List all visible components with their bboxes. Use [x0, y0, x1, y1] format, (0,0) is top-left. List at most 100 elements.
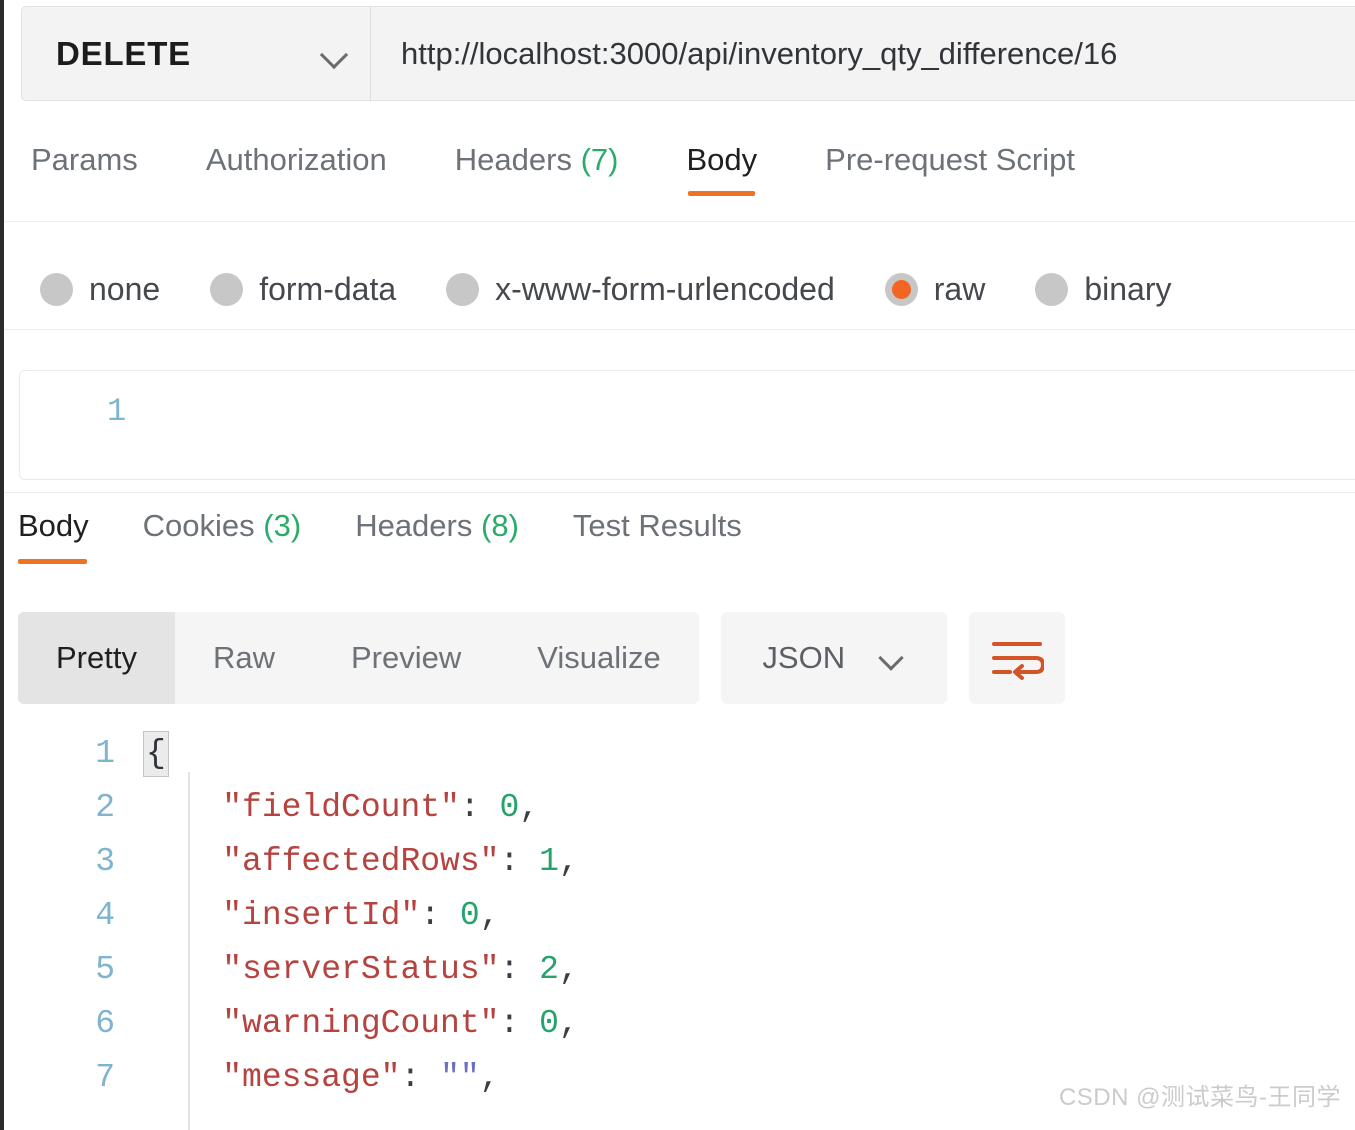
request-tabs: Params Authorization Headers (7) Body Pr… [0, 142, 1355, 222]
radio-x-www-form-urlencoded[interactable]: x-www-form-urlencoded [446, 271, 835, 308]
json-value: "" [440, 1059, 480, 1096]
code-line: 2 "fieldCount": 0, [0, 782, 1355, 836]
watermark: CSDN @测试菜鸟-王同学 [1058, 1084, 1341, 1111]
code-line-content: "fieldCount": 0, [135, 782, 539, 834]
response-language-select[interactable]: JSON [720, 612, 947, 704]
chevron-down-icon[interactable] [879, 645, 905, 671]
radio-raw-label: raw [933, 271, 986, 307]
segment-preview[interactable]: Preview [313, 612, 499, 704]
segment-visualize[interactable]: Visualize [499, 612, 699, 704]
segment-raw[interactable]: Raw [175, 612, 313, 704]
code-line-content: "serverStatus": 2, [135, 944, 579, 996]
code-line: 4 "insertId": 0, [0, 890, 1355, 944]
code-line-number: 5 [95, 951, 115, 988]
tab-params[interactable]: Params [31, 142, 138, 196]
json-value: 0 [499, 789, 520, 826]
code-line-content: "insertId": 0, [135, 890, 499, 942]
response-tab-body-label: Body [18, 508, 89, 543]
radio-binary-label: binary [1084, 271, 1172, 307]
json-key: "insertId" [222, 897, 421, 934]
tab-authorization[interactable]: Authorization [206, 142, 387, 196]
window-left-edge [0, 0, 4, 1130]
radio-raw[interactable]: raw [884, 271, 986, 308]
code-line-content: "affectedRows": 1, [135, 836, 579, 888]
http-method-label: DELETE [56, 34, 191, 72]
radio-form-data[interactable]: form-data [210, 271, 396, 308]
code-line-content: "warningCount": 0, [135, 998, 579, 1050]
http-method-dropdown[interactable]: DELETE [22, 7, 371, 100]
code-line-number: 1 [95, 735, 115, 772]
code-line: 6 "warningCount": 0, [0, 998, 1355, 1052]
word-wrap-icon [991, 642, 1044, 680]
json-colon: : [420, 897, 441, 934]
radio-none-dot [40, 273, 73, 306]
request-body-line-number: 1 [107, 393, 127, 430]
json-key: "affectedRows" [222, 843, 500, 880]
radio-none[interactable]: none [40, 271, 160, 308]
request-url-text: http://localhost:3000/api/inventory_qty_… [401, 35, 1118, 71]
segment-pretty-label: Pretty [56, 640, 137, 675]
code-line-number: 3 [95, 843, 115, 880]
code-line-number: 4 [95, 897, 115, 934]
tab-headers[interactable]: Headers (7) [455, 142, 619, 196]
response-language-label: JSON [762, 640, 846, 675]
json-colon: : [499, 843, 520, 880]
segment-visualize-label: Visualize [537, 640, 661, 675]
code-line-content: "message": "", [135, 1052, 500, 1104]
radio-x-www-form-urlencoded-dot [446, 273, 480, 306]
tab-body[interactable]: Body [686, 142, 757, 196]
request-body-editor[interactable]: 1 [19, 370, 1355, 480]
json-value: 0 [539, 1005, 559, 1042]
code-line-number: 7 [95, 1059, 115, 1096]
radio-form-data-dot [210, 273, 244, 306]
radio-binary-dot [1035, 273, 1069, 306]
radio-form-data-label: form-data [259, 271, 397, 307]
request-url-input[interactable]: http://localhost:3000/api/inventory_qty_… [371, 7, 1355, 100]
tab-body-label: Body [686, 142, 758, 177]
tab-headers-count: (7) [580, 142, 619, 177]
json-comma: , [558, 951, 579, 988]
json-comma: , [558, 843, 579, 880]
radio-raw-dot [884, 273, 918, 306]
response-tab-body[interactable]: Body [18, 508, 89, 564]
json-key: "warningCount" [222, 1005, 500, 1042]
json-key: "fieldCount" [222, 789, 460, 826]
json-key: "serverStatus" [222, 951, 500, 988]
json-comma: , [558, 1005, 579, 1042]
radio-none-label: none [89, 271, 161, 307]
response-format-toolbar: Pretty Raw Preview Visualize JSON [18, 612, 1065, 704]
response-body-viewer[interactable]: 1 { 2 "fieldCount": 0, 3 "affectedRows":… [0, 728, 1355, 1130]
api-client-window: DELETE http://localhost:3000/api/invento… [0, 0, 1355, 1130]
response-tab-cookies-count: (3) [263, 508, 302, 543]
json-colon: : [459, 789, 480, 826]
response-tab-test-results-label: Test Results [572, 508, 742, 543]
radio-x-www-form-urlencoded-label: x-www-form-urlencoded [495, 271, 835, 307]
tab-pre-request-script[interactable]: Pre-request Script [825, 142, 1075, 196]
chevron-down-icon[interactable] [320, 39, 350, 69]
segment-pretty[interactable]: Pretty [18, 612, 175, 704]
code-line: 5 "serverStatus": 2, [0, 944, 1355, 998]
response-tab-cookies-label: Cookies [142, 508, 255, 543]
word-wrap-button[interactable] [968, 612, 1065, 704]
json-comma: , [479, 1059, 500, 1096]
response-tab-test-results[interactable]: Test Results [573, 508, 742, 564]
segment-raw-label: Raw [212, 640, 275, 675]
response-tab-headers-label: Headers [355, 508, 473, 543]
json-value: 1 [539, 843, 559, 880]
json-value: 2 [539, 951, 559, 988]
tab-pre-request-script-label: Pre-request Script [825, 142, 1075, 177]
json-value: 0 [459, 897, 480, 934]
tab-authorization-label: Authorization [205, 142, 387, 177]
request-url-bar: DELETE http://localhost:3000/api/invento… [21, 6, 1355, 101]
tab-headers-label: Headers [454, 142, 572, 177]
radio-binary[interactable]: binary [1035, 271, 1171, 308]
response-view-segments: Pretty Raw Preview Visualize [18, 612, 699, 704]
json-colon: : [499, 1005, 520, 1042]
response-tabs: Body Cookies (3) Headers (8) Test Result… [0, 508, 1355, 590]
segment-preview-label: Preview [350, 640, 462, 675]
body-type-radio-group: none form-data x-www-form-urlencoded raw… [0, 250, 1355, 330]
code-line-number: 6 [95, 1005, 115, 1042]
response-tab-cookies[interactable]: Cookies (3) [143, 508, 302, 564]
response-tab-headers[interactable]: Headers (8) [355, 508, 519, 564]
json-key: "message" [222, 1059, 401, 1096]
